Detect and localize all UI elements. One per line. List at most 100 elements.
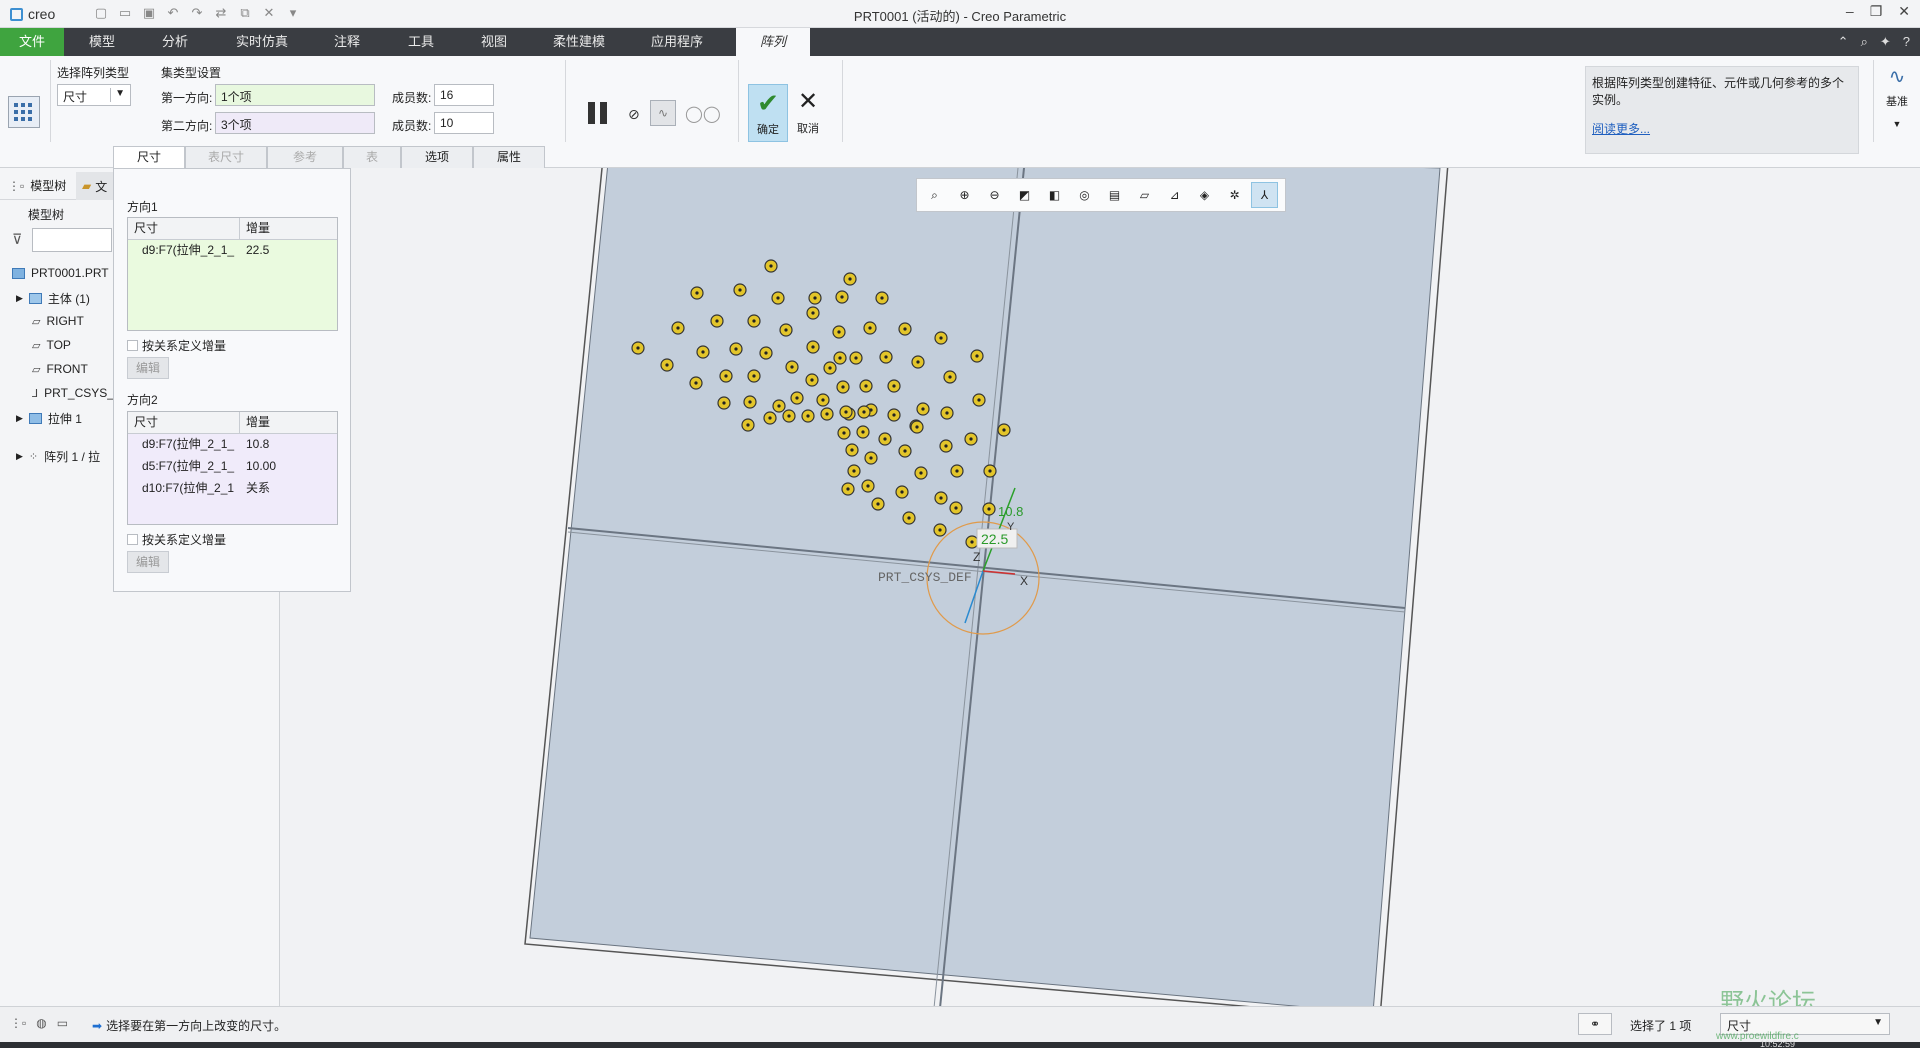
members1-input[interactable]: 16 <box>434 84 494 106</box>
inc-cell[interactable]: 22.5 <box>240 240 269 262</box>
dir1-edit-button[interactable]: 编辑 <box>127 357 169 379</box>
dir2-row[interactable]: d10:F7(拉伸_2_1 关系 <box>128 478 337 500</box>
dim-cell: d9:F7(拉伸_2_1_ <box>142 243 235 257</box>
pause-button[interactable] <box>588 102 612 124</box>
perspective-button[interactable]: ▱ <box>1131 182 1158 208</box>
annotation-display-button[interactable]: ◈ <box>1191 182 1218 208</box>
dimensions-panel: 方向1 尺寸 增量 d9:F7(拉伸_2_1_ 22.5 按关系定义增量 编辑 方向… <box>113 168 351 592</box>
read-more-link[interactable]: 阅读更多... <box>1592 121 1852 138</box>
dir1-collector[interactable]: 1个项 <box>215 84 375 106</box>
tab-view[interactable]: 视图 <box>465 28 523 56</box>
subtab-table-dimensions[interactable]: 表尺寸 <box>185 146 267 168</box>
subtab-dimensions[interactable]: 尺寸 <box>113 146 185 168</box>
tree-item-pattern[interactable]: ▶ ⁘ 阵列 1 / 拉 <box>16 448 100 465</box>
tab-model-tree[interactable]: ⋮▫ 模型树 <box>8 177 66 194</box>
no-preview-icon[interactable]: ⊘ <box>628 106 640 123</box>
part-viewport[interactable]: 22.5 10.8 PRT_CSYS_DEF Z X Y <box>280 168 1920 1006</box>
members2-input[interactable]: 10 <box>434 112 494 134</box>
display-style-button[interactable]: ◧ <box>1041 182 1068 208</box>
open-file-icon[interactable]: ▭ <box>116 5 134 21</box>
minimize-icon[interactable]: – <box>1846 3 1854 20</box>
close-icon[interactable]: ✕ <box>1898 3 1910 20</box>
binoculars-icon: ⚭ <box>1589 1017 1601 1031</box>
dir2-row[interactable]: d9:F7(拉伸_2_1_ 10.8 <box>128 434 337 456</box>
browser-toggle-icon[interactable]: ◍ <box>36 1016 46 1030</box>
tree-toggle-icon[interactable]: ⋮▫ <box>10 1016 26 1030</box>
datum-label: 基准 <box>1886 96 1908 108</box>
subtab-references[interactable]: 参考 <box>267 146 343 168</box>
cancel-button[interactable]: ✕ 取消 <box>793 84 823 142</box>
undo-icon[interactable]: ↶ <box>164 5 182 21</box>
new-file-icon[interactable]: ▢ <box>92 5 110 21</box>
tab-tools[interactable]: 工具 <box>392 28 450 56</box>
glasses-preview-icon[interactable]: ◯◯ <box>685 104 721 124</box>
pattern-type-select[interactable]: 尺寸 ▼ <box>57 84 131 106</box>
dir1-relation-checkbox[interactable]: 按关系定义增量 <box>127 337 226 354</box>
dir1-row[interactable]: d9:F7(拉伸_2_1_ 22.5 <box>128 240 337 262</box>
subtab-tables[interactable]: 表 <box>343 146 401 168</box>
marker-dot <box>948 375 952 379</box>
tab-flexible-modeling[interactable]: 柔性建模 <box>540 28 618 56</box>
regenerate-icon[interactable]: ⇄ <box>212 5 230 21</box>
tree-item-part[interactable]: PRT0001.PRT <box>12 266 109 280</box>
tree-item-front-plane[interactable]: ▱ FRONT <box>32 362 88 376</box>
dir2-collector[interactable]: 3个项 <box>215 112 375 134</box>
tab-pattern[interactable]: 阵列 <box>736 28 810 56</box>
dir2-row[interactable]: d5:F7(拉伸_2_1_ 10.00 <box>128 456 337 478</box>
tree-item-right-plane[interactable]: ▱ RIGHT <box>32 314 84 328</box>
customize-toolbar-icon[interactable]: ▾ <box>284 5 302 21</box>
tab-annotate[interactable]: 注释 <box>318 28 376 56</box>
help-icon[interactable]: ? <box>1903 34 1910 50</box>
datum-display-icon: ⊿ <box>1169 188 1180 202</box>
dir2-relation-checkbox[interactable]: 按关系定义增量 <box>127 531 226 548</box>
view-manager-button[interactable]: ▤ <box>1101 182 1128 208</box>
tree-item-csys[interactable]: ⅃ PRT_CSYS_ <box>32 386 114 400</box>
restore-icon[interactable]: ❐ <box>1870 3 1883 20</box>
save-icon[interactable]: ▣ <box>140 5 158 21</box>
tab-live-simulation[interactable]: 实时仿真 <box>222 28 302 56</box>
saved-orientations-button[interactable]: ◎ <box>1071 182 1098 208</box>
tab-analysis[interactable]: 分析 <box>145 28 205 56</box>
fullscreen-icon[interactable]: ▭ <box>57 1016 68 1030</box>
tab-file[interactable]: 文件 <box>0 28 64 56</box>
verify-preview-button[interactable]: ∿ <box>650 100 676 126</box>
dim-tag-1-text[interactable]: 22.5 <box>981 531 1008 547</box>
csys-display-button[interactable]: ⅄ <box>1251 182 1278 208</box>
inc-cell[interactable]: 10.8 <box>240 434 269 456</box>
subtab-options[interactable]: 选项 <box>401 146 473 168</box>
collapse-ribbon-icon[interactable]: ⌃ <box>1838 34 1849 50</box>
marker-dot <box>825 412 829 416</box>
inc-cell[interactable]: 10.00 <box>240 456 276 478</box>
windows-icon[interactable]: ⧉ <box>236 5 254 21</box>
graphics-window[interactable]: 22.5 10.8 PRT_CSYS_DEF Z X Y 野火论坛 <box>280 168 1920 1006</box>
spin-center-button[interactable]: ✲ <box>1221 182 1248 208</box>
zoom-in-button[interactable]: ⊕ <box>951 182 978 208</box>
repaint-button[interactable]: ◩ <box>1011 182 1038 208</box>
datum-group[interactable]: ∿ 基准 ▼ <box>1880 64 1914 129</box>
tab-model[interactable]: 模型 <box>72 28 132 56</box>
filter-icon[interactable]: ⊽ <box>12 231 22 248</box>
inc-cell[interactable]: 关系 <box>240 478 270 500</box>
tab-folder-browser[interactable]: ▰ 文 <box>76 172 116 200</box>
dir2-table[interactable]: 尺寸 增量 d9:F7(拉伸_2_1_ 10.8 d5:F7(拉伸_2_1_ 10.0… <box>127 411 338 525</box>
tree-search-input[interactable] <box>32 228 112 252</box>
marker-dot <box>811 345 815 349</box>
find-button[interactable]: ⚭ <box>1578 1013 1612 1035</box>
redo-icon[interactable]: ↷ <box>188 5 206 21</box>
datum-display-button[interactable]: ⊿ <box>1161 182 1188 208</box>
dir1-table[interactable]: 尺寸 增量 d9:F7(拉伸_2_1_ 22.5 <box>127 217 338 331</box>
learning-icon[interactable]: ✦ <box>1880 34 1891 50</box>
search-icon[interactable]: ⌕ <box>1861 34 1868 50</box>
dim-tag-2-text[interactable]: 10.8 <box>998 504 1023 519</box>
tree-item-body[interactable]: ▶ 主体 (1) <box>16 290 90 307</box>
ok-button[interactable]: ✔ 确定 <box>748 84 788 142</box>
dir2-edit-button[interactable]: 编辑 <box>127 551 169 573</box>
refit-button[interactable]: ⌕ <box>921 182 948 208</box>
subtab-properties[interactable]: 属性 <box>473 146 545 168</box>
status-bar: ⋮▫ ◍ ▭ ➡ 选择要在第一方向上改变的尺寸。 ⚭ 选择了 1 项 尺寸 ▼ … <box>0 1006 1920 1042</box>
zoom-out-button[interactable]: ⊖ <box>981 182 1008 208</box>
tree-item-top-plane[interactable]: ▱ TOP <box>32 338 71 352</box>
close-window-icon[interactable]: ✕ <box>260 5 278 21</box>
tab-applications[interactable]: 应用程序 <box>635 28 719 56</box>
tree-item-extrude[interactable]: ▶ 拉伸 1 <box>16 410 82 427</box>
